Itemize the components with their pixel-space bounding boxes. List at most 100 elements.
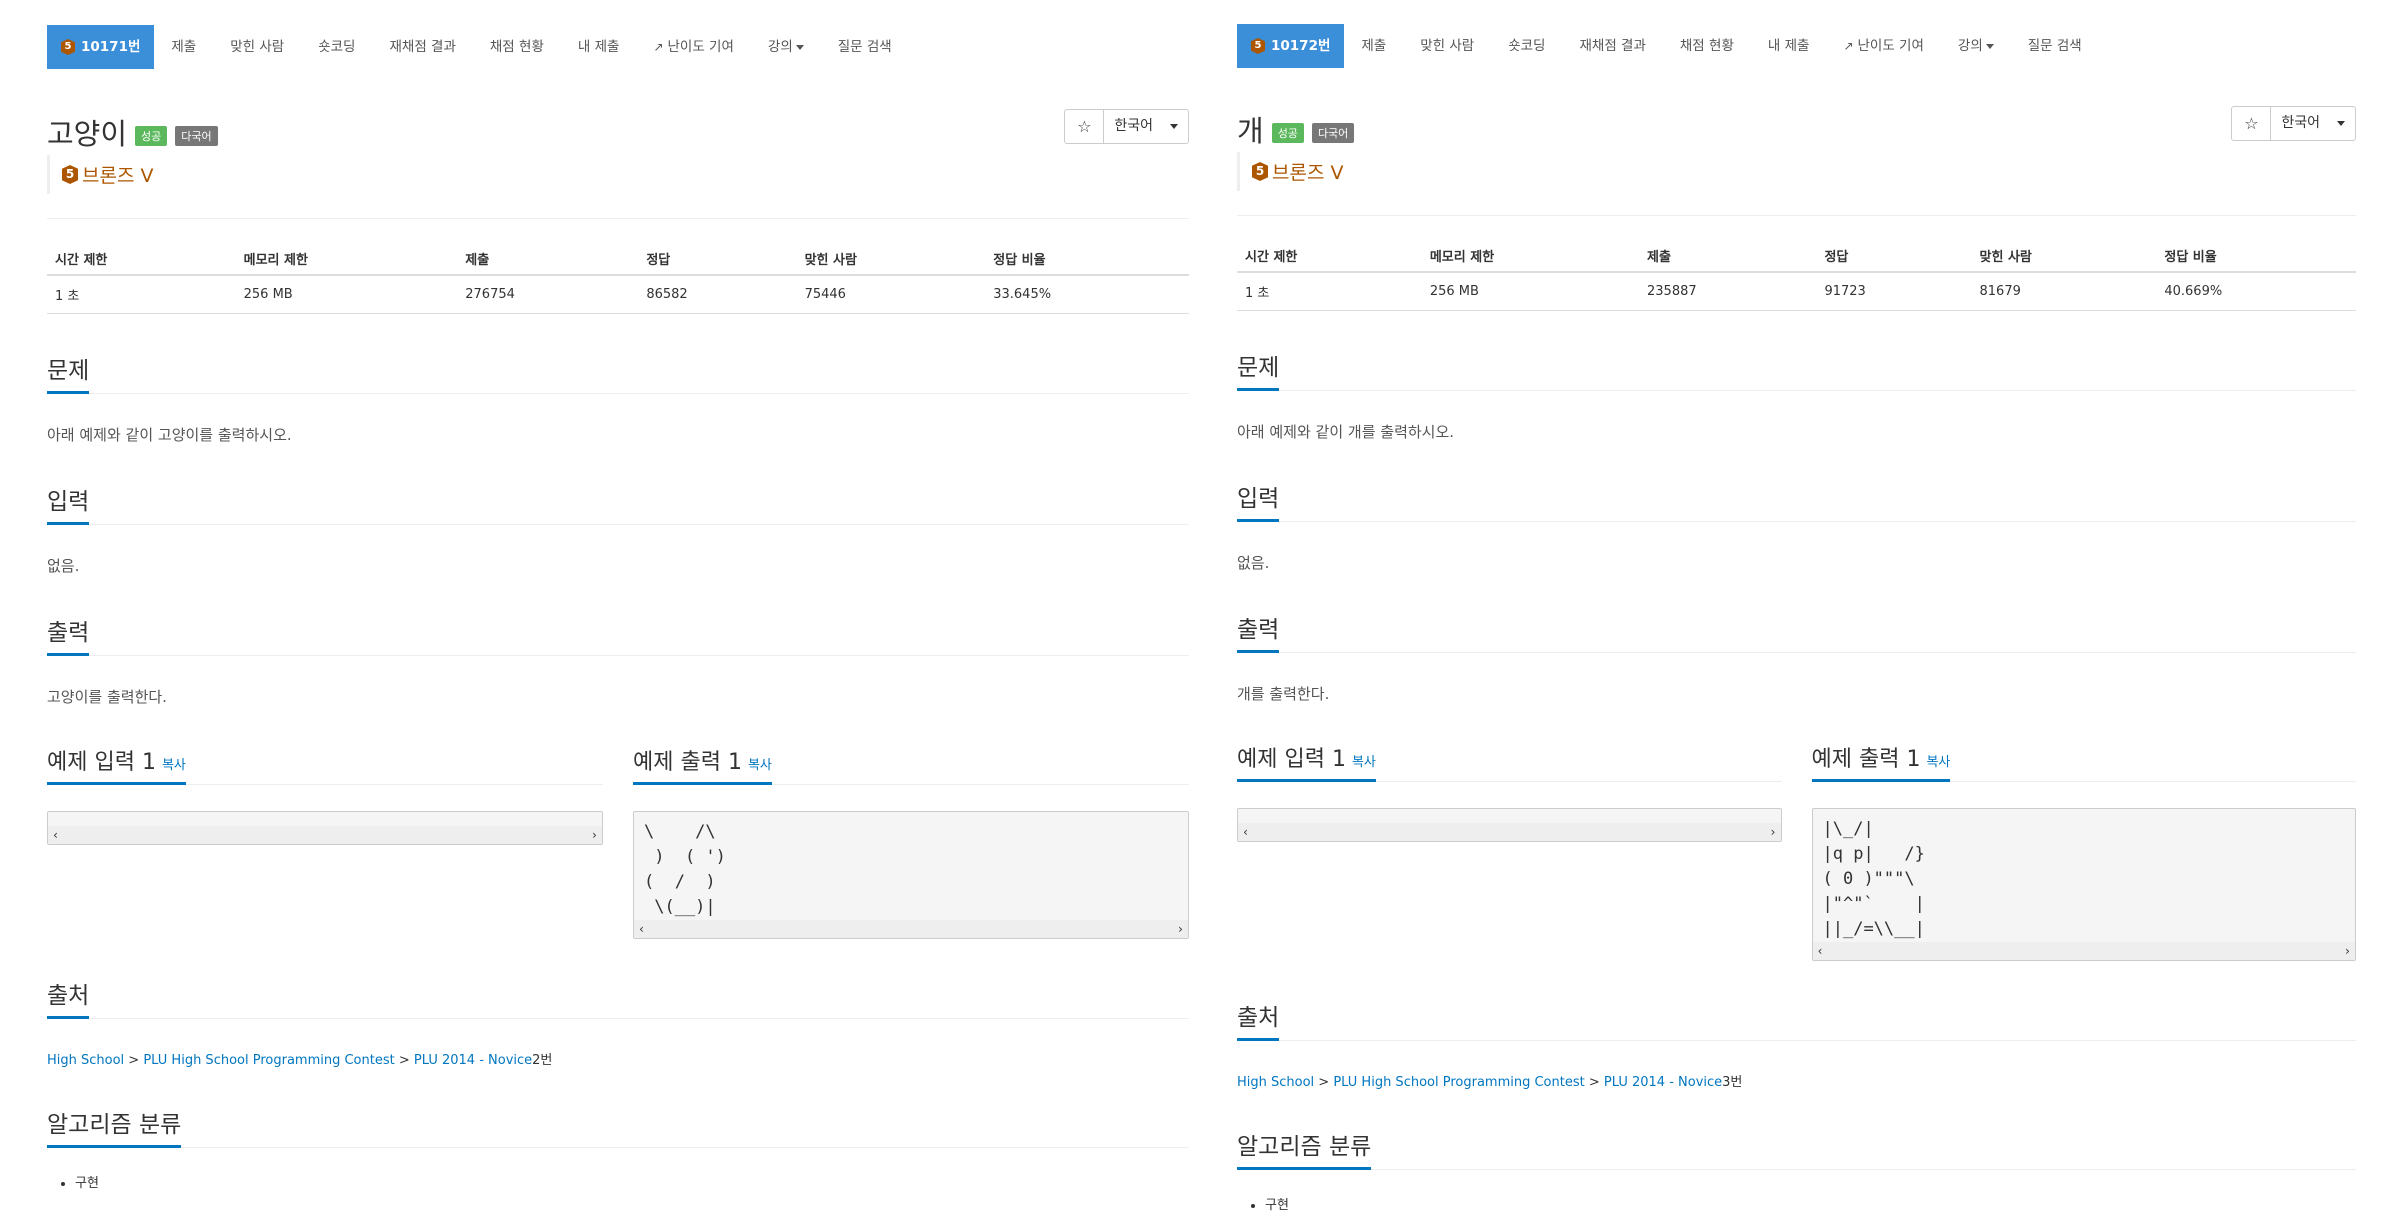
table-header: 맞힌 사람 (796, 243, 986, 276)
algorithm-tag[interactable]: 구현 (75, 1172, 1189, 1191)
nav-question-search[interactable]: 질문 검색 (2011, 24, 2099, 68)
output-section: 출력 개를 출력한다. (1237, 603, 2356, 704)
tier-label[interactable]: 브론즈 V (1272, 158, 1343, 185)
status-badge-success: 성공 (1271, 123, 1304, 143)
language-dropdown[interactable]: 한국어 (1104, 110, 1188, 143)
star-icon[interactable]: ☆ (2232, 107, 2272, 140)
section-title: 출력 (1237, 610, 1280, 653)
input-section: 입력 없음. (47, 475, 1189, 576)
chevron-left-icon[interactable]: ‹ (1817, 939, 1824, 964)
nav-question-search[interactable]: 질문 검색 (821, 25, 909, 69)
nav-my-submissions[interactable]: 내 제출 (1751, 24, 1827, 68)
table-header-row: 시간 제한 메모리 제한 제출 정답 맞힌 사람 정답 비율 (1237, 240, 2356, 273)
status-badge-multilang: 다국어 (1311, 123, 1355, 143)
nav-rejudge-results[interactable]: 재채점 결과 (372, 25, 472, 69)
nav-problem-id-label: 10171번 (81, 39, 141, 55)
problem-nav: 5 10171번 제출 맞힌 사람 숏코딩 재채점 결과 채점 현황 내 제출 … (47, 25, 1189, 69)
table-header: 시간 제한 (47, 243, 236, 276)
chevron-left-icon[interactable]: ‹ (52, 823, 59, 848)
problem-panel-right: 5 10172번 제출 맞힌 사람 숏코딩 재채점 결과 채점 현황 내 제출 … (1237, 0, 2356, 1213)
sample-input-title: 예제 입력 1 (1237, 747, 1346, 772)
horizontal-scrollbar[interactable]: ‹ › (1812, 942, 2355, 960)
divider (1237, 215, 2356, 216)
nav-submit[interactable]: 제출 (154, 25, 213, 69)
sample-output: 예제 출력 1 복사 \ /\ ) ( ') ( / ) \(__)| ‹ › (633, 737, 1189, 939)
table-cell[interactable]: 276754 (457, 275, 639, 314)
table-header: 제출 (457, 243, 639, 276)
source-link[interactable]: High School (1237, 1075, 1314, 1090)
nav-solved-users[interactable]: 맞힌 사람 (213, 25, 301, 69)
source-section: 출처 High School > PLU High School Program… (47, 969, 1189, 1068)
bronze-tier-icon: 5 (1251, 38, 1265, 54)
chevron-left-icon[interactable]: ‹ (1242, 820, 1249, 845)
table-cell[interactable]: 81679 (1971, 272, 2157, 311)
external-link-icon: ↗ (1843, 39, 1854, 53)
tier-label[interactable]: 브론즈 V (82, 161, 153, 188)
algorithm-tag[interactable]: 구현 (1265, 1194, 2356, 1213)
source-link[interactable]: High School (47, 1053, 124, 1068)
nav-lectures-label: 강의 (767, 39, 793, 55)
nav-difficulty-contribution[interactable]: ↗ 난이도 기여 (636, 25, 750, 69)
language-dropdown[interactable]: 한국어 (2271, 107, 2355, 140)
section-title: 입력 (47, 482, 90, 525)
nav-problem-id[interactable]: 5 10171번 (47, 25, 155, 69)
source-link[interactable]: PLU High School Programming Contest (143, 1053, 394, 1068)
input-description: 없음. (1237, 554, 1270, 572)
tier-line: 5 브론즈 V (47, 155, 1189, 194)
nav-difficulty-contribution[interactable]: ↗ 난이도 기여 (1826, 24, 1940, 68)
star-icon[interactable]: ☆ (1065, 110, 1105, 143)
problem-info-table: 시간 제한 메모리 제한 제출 정답 맞힌 사람 정답 비율 1 초 256 M… (1237, 240, 2356, 311)
table-cell[interactable]: 86582 (638, 275, 797, 314)
source-section: 출처 High School > PLU High School Program… (1237, 991, 2356, 1090)
nav-rejudge-results[interactable]: 재채점 결과 (1562, 24, 1662, 68)
copy-button[interactable]: 복사 (1352, 755, 1376, 770)
chevron-left-icon[interactable]: ‹ (638, 917, 645, 942)
table-cell: 256 MB (235, 275, 458, 314)
problem-nav: 5 10172번 제출 맞힌 사람 숏코딩 재채점 결과 채점 현황 내 제출 … (1237, 24, 2356, 68)
copy-button[interactable]: 복사 (748, 758, 772, 773)
nav-lectures-label: 강의 (1957, 38, 1983, 54)
table-cell[interactable]: 235887 (1639, 272, 1817, 311)
title-actions: ☆ 한국어 (2231, 106, 2356, 141)
sample-input: 예제 입력 1 복사 ‹ › (1237, 734, 1782, 961)
output-section: 출력 고양이를 출력한다. (47, 606, 1189, 707)
section-title: 예제 입력 1 복사 (1237, 741, 1376, 782)
table-cell[interactable]: 91723 (1816, 272, 1972, 311)
page-title-wrap: 고양이 성공 다국어 (47, 111, 218, 153)
source-link[interactable]: PLU 2014 - Novice (1604, 1075, 1722, 1090)
source-link[interactable]: PLU High School Programming Contest (1333, 1075, 1584, 1090)
nav-submit[interactable]: 제출 (1344, 24, 1403, 68)
section-title: 예제 입력 1 복사 (47, 744, 186, 785)
sample-input-text (48, 812, 602, 826)
copy-button[interactable]: 복사 (1926, 755, 1950, 770)
nav-my-submissions[interactable]: 내 제출 (561, 25, 637, 69)
nav-lectures-dropdown[interactable]: 강의 (751, 25, 821, 69)
table-cell[interactable]: 75446 (796, 275, 986, 314)
nav-short-coding[interactable]: 숏코딩 (1491, 24, 1562, 68)
nav-lectures-dropdown[interactable]: 강의 (1941, 24, 2011, 68)
sample-input-title: 예제 입력 1 (47, 750, 156, 775)
nav-judge-status[interactable]: 채점 현황 (1663, 24, 1751, 68)
table-row: 1 초 256 MB 235887 91723 81679 40.669% (1237, 272, 2356, 311)
section-title: 알고리즘 분류 (47, 1105, 182, 1148)
nav-short-coding[interactable]: 숏코딩 (301, 25, 372, 69)
horizontal-scrollbar[interactable]: ‹ › (1238, 823, 1781, 841)
table-header: 맞힌 사람 (1971, 240, 2157, 273)
table-header: 메모리 제한 (235, 243, 458, 276)
chevron-right-icon[interactable]: › (1177, 917, 1184, 942)
source-link[interactable]: PLU 2014 - Novice (414, 1053, 532, 1068)
tier-line: 5 브론즈 V (1237, 152, 2356, 191)
chevron-right-icon[interactable]: › (591, 823, 598, 848)
horizontal-scrollbar[interactable]: ‹ › (48, 826, 602, 844)
sample-output-box: |\_/| |q p| /} ( 0 )"""\ |"^"` | ||_/=\\… (1811, 808, 2356, 961)
horizontal-scrollbar[interactable]: ‹ › (634, 920, 1188, 938)
nav-problem-id[interactable]: 5 10172번 (1237, 24, 1345, 68)
nav-solved-users[interactable]: 맞힌 사람 (1403, 24, 1491, 68)
chevron-right-icon[interactable]: › (1769, 820, 1776, 845)
sample-input-box: ‹ › (47, 811, 603, 845)
copy-button[interactable]: 복사 (162, 758, 186, 773)
nav-difficulty-label: 난이도 기여 (667, 39, 734, 55)
nav-judge-status[interactable]: 채점 현황 (473, 25, 561, 69)
chevron-right-icon[interactable]: › (2344, 939, 2351, 964)
table-cell: 1 초 (47, 275, 236, 314)
